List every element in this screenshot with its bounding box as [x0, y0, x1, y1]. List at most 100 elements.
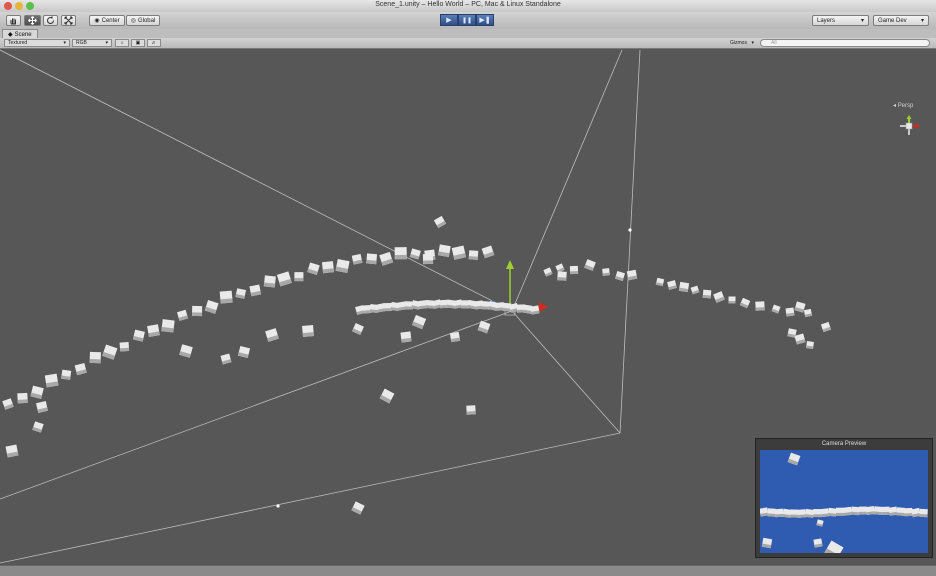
cube[interactable] [785, 307, 795, 317]
cube[interactable] [321, 261, 335, 274]
cube[interactable] [192, 305, 203, 317]
cube[interactable] [237, 345, 251, 359]
cube[interactable] [351, 253, 363, 265]
cube[interactable] [400, 331, 412, 343]
cube[interactable] [2, 398, 14, 410]
cube[interactable] [102, 344, 118, 360]
cube[interactable] [771, 304, 781, 314]
frustum-handle[interactable] [276, 504, 280, 508]
cube[interactable] [774, 508, 784, 518]
cube[interactable] [481, 245, 495, 259]
cube[interactable] [61, 369, 72, 380]
cube[interactable] [543, 267, 553, 277]
cube[interactable] [728, 296, 736, 304]
cube[interactable] [813, 509, 822, 518]
cube[interactable] [379, 251, 394, 266]
cube[interactable] [739, 297, 751, 309]
cube[interactable] [147, 324, 160, 338]
cube[interactable] [394, 247, 407, 260]
layout-dropdown[interactable]: Game Dev ▾ [873, 15, 929, 26]
cube[interactable] [805, 508, 815, 518]
cube[interactable] [557, 271, 567, 281]
cube[interactable] [132, 329, 145, 342]
cube[interactable] [32, 421, 44, 433]
audio-toggle[interactable]: ♬ [147, 39, 161, 47]
render-mode-dropdown[interactable]: Textured ▾ [4, 39, 70, 47]
cube[interactable] [44, 373, 59, 388]
cube[interactable] [176, 309, 189, 321]
cube[interactable] [820, 321, 832, 333]
cube[interactable] [555, 263, 565, 273]
cube[interactable] [615, 271, 625, 281]
cube[interactable] [294, 272, 304, 282]
cube[interactable] [824, 540, 844, 553]
cube[interactable] [881, 506, 890, 515]
cube[interactable] [755, 301, 765, 311]
cube[interactable] [919, 508, 928, 518]
cube[interactable] [626, 269, 638, 281]
hand-tool-button[interactable] [6, 15, 21, 26]
cube[interactable] [409, 248, 421, 260]
cube[interactable] [352, 323, 364, 335]
cube[interactable] [451, 245, 467, 260]
cube[interactable] [5, 444, 19, 458]
cube[interactable] [366, 253, 378, 265]
cube[interactable] [806, 341, 814, 349]
cube[interactable] [119, 341, 130, 352]
cube[interactable] [569, 265, 579, 275]
cube[interactable] [335, 258, 350, 274]
cube[interactable] [767, 508, 776, 517]
cube[interactable] [468, 250, 479, 260]
cube[interactable] [466, 405, 476, 415]
frustum-handle[interactable] [628, 228, 632, 232]
cube[interactable] [220, 353, 232, 365]
cube[interactable] [449, 331, 461, 343]
cube[interactable] [437, 244, 451, 258]
scene-fx-toggle[interactable]: ▣ [131, 39, 145, 47]
cube[interactable] [827, 507, 837, 517]
cube[interactable] [89, 351, 101, 364]
cube[interactable] [219, 290, 233, 304]
color-mode-dropdown[interactable]: RGB ▾ [72, 39, 112, 47]
space-global-toggle[interactable]: ◎ Global [126, 15, 160, 26]
cube[interactable] [865, 505, 875, 516]
scale-tool-button[interactable] [61, 15, 76, 26]
cube[interactable] [690, 285, 700, 295]
cube[interactable] [678, 281, 690, 293]
cube[interactable] [667, 280, 677, 290]
cube[interactable] [816, 519, 824, 527]
cube[interactable] [813, 538, 823, 548]
cube[interactable] [36, 401, 48, 413]
cube[interactable] [30, 385, 44, 399]
cube[interactable] [888, 506, 898, 516]
cube[interactable] [911, 507, 921, 518]
hierarchy-search-input[interactable]: All [760, 39, 930, 47]
cube[interactable] [602, 268, 610, 276]
cube[interactable] [74, 362, 87, 376]
cube[interactable] [263, 275, 276, 288]
cube[interactable] [787, 452, 801, 466]
cube[interactable] [433, 215, 447, 229]
cube[interactable] [307, 262, 320, 275]
orientation-gizmo[interactable] [900, 115, 920, 135]
cube[interactable] [873, 506, 883, 515]
cube[interactable] [302, 325, 314, 337]
lighting-toggle[interactable]: ☼ [115, 39, 129, 47]
cube[interactable] [179, 344, 193, 358]
cube[interactable] [530, 305, 540, 315]
cube[interactable] [782, 508, 792, 518]
play-button[interactable]: ▶ [440, 14, 458, 26]
cube[interactable] [265, 328, 279, 342]
cube[interactable] [850, 506, 860, 516]
cube[interactable] [17, 392, 28, 404]
cube[interactable] [235, 288, 247, 299]
gizmos-dropdown[interactable]: Gizmos ▾ [727, 39, 757, 47]
rotate-tool-button[interactable] [43, 15, 58, 26]
cube[interactable] [803, 308, 813, 318]
cube[interactable] [797, 509, 807, 518]
cube[interactable] [761, 537, 773, 549]
cube[interactable] [794, 301, 806, 313]
cube[interactable] [896, 507, 906, 516]
cube[interactable] [655, 277, 665, 287]
cube[interactable] [760, 507, 769, 517]
